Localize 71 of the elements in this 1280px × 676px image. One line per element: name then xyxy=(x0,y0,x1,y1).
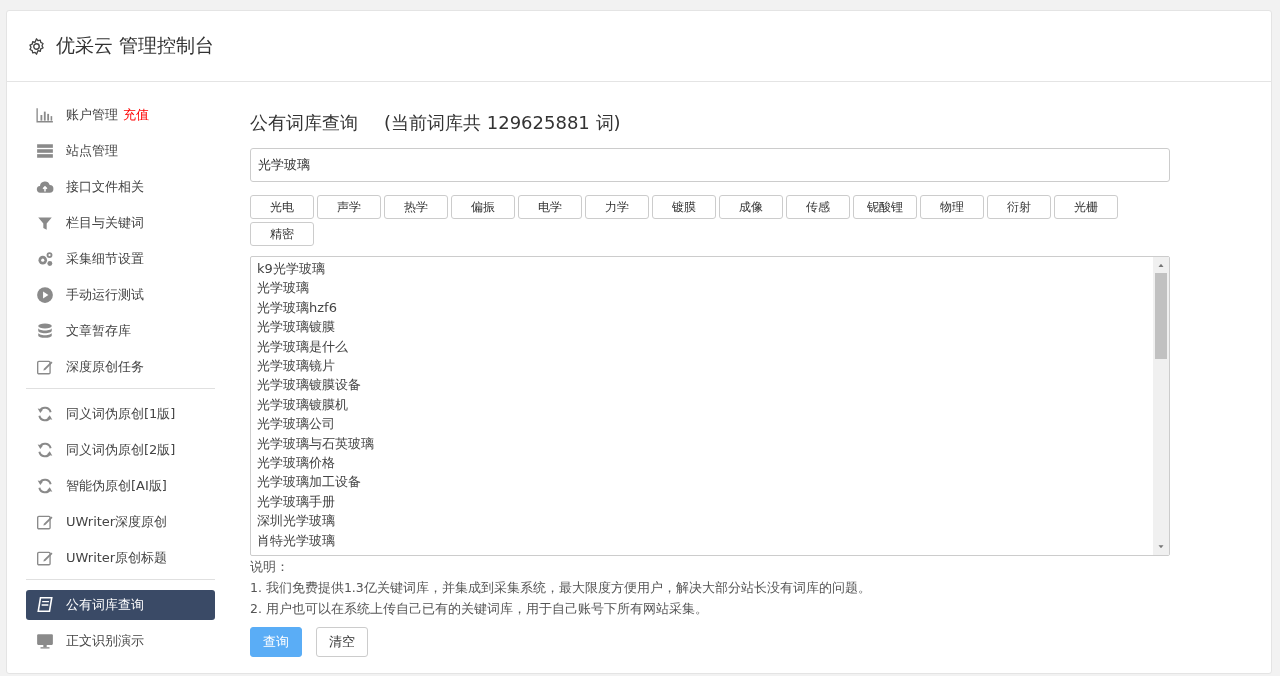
monitor-icon xyxy=(36,632,54,650)
scrollbar[interactable] xyxy=(1153,257,1169,555)
recharge-link[interactable]: 充值 xyxy=(123,106,149,124)
tag-button[interactable]: 传感 xyxy=(786,195,850,219)
result-item[interactable]: 光学玻璃与石英玻璃 xyxy=(257,433,1147,454)
sidebar-item[interactable]: 正文识别演示 xyxy=(26,626,215,656)
sidebar-item[interactable]: 公有词库查询 xyxy=(26,590,215,620)
sidebar-item[interactable]: 采集细节设置 xyxy=(26,244,215,274)
sidebar-item[interactable]: 手动运行测试 xyxy=(26,280,215,310)
tag-button[interactable]: 电学 xyxy=(518,195,582,219)
result-item[interactable]: 光学玻璃镀膜设备 xyxy=(257,375,1147,395)
page-title: 公有词库查询 xyxy=(250,111,358,135)
tag-button[interactable]: 热学 xyxy=(384,195,448,219)
result-item[interactable]: 深圳光学玻璃 xyxy=(257,511,1147,531)
sidebar-item[interactable]: 深度原创任务 xyxy=(26,352,215,382)
result-item[interactable]: 光学玻璃加工设备 xyxy=(257,472,1147,492)
chart-icon xyxy=(36,106,54,124)
tag-button[interactable]: 光栅 xyxy=(1054,195,1118,219)
sidebar-item[interactable]: 文章暂存库 xyxy=(26,316,215,346)
sidebar-item[interactable]: 智能伪原创[AI版] xyxy=(26,471,215,501)
edit-icon xyxy=(36,513,54,531)
book-icon xyxy=(36,596,54,614)
refresh-icon xyxy=(36,405,54,423)
scrollbar-thumb[interactable] xyxy=(1155,273,1167,359)
tag-button[interactable]: 铌酸锂 xyxy=(853,195,917,219)
result-item[interactable]: 光学玻璃公司 xyxy=(257,414,1147,434)
search-field[interactable]: 光学玻璃 xyxy=(250,148,1170,182)
sidebar-item[interactable]: 接口文件相关 xyxy=(26,172,215,202)
note-text: 1. 我们免费提供1.3亿关键词库，并集成到采集系统，最大限度方便用户，解决大部分站长没有词库的问题。 xyxy=(250,579,872,597)
sidebar-item[interactable]: 账户管理 充值 xyxy=(26,100,215,130)
filter-icon xyxy=(36,214,54,232)
tag-button[interactable]: 偏振 xyxy=(451,195,515,219)
play-icon xyxy=(36,286,54,304)
results-list[interactable]: k9光学玻璃 光学玻璃 光学玻璃hzf6 光学玻璃镀膜 光学玻璃是什么 光学玻璃镜片 光学玻璃镀膜设备 光学玻璃镀膜机 光学玻璃公司 光学玻璃与石英玻璃 光学玻璃价格 光学玻璃加工设备 光学玻璃手册 深圳光学玻璃 肖特光学玻璃 xyxy=(250,256,1170,556)
tag-button[interactable]: 物理 xyxy=(920,195,984,219)
clear-button[interactable]: 清空 xyxy=(316,627,368,657)
tag-button[interactable]: 成像 xyxy=(719,195,783,219)
notes-heading: 说明： xyxy=(250,558,290,576)
tag-button[interactable]: 力学 xyxy=(585,195,649,219)
result-item[interactable]: 光学玻璃手册 xyxy=(257,491,1147,512)
word-count: (当前词库共 129625881 词) xyxy=(384,111,621,135)
result-item[interactable]: 光学玻璃镀膜机 xyxy=(257,394,1147,415)
result-item[interactable]: 光学玻璃 xyxy=(257,278,1147,298)
sidebar-item[interactable]: 栏目与关键词 xyxy=(26,208,215,238)
note-text: 2. 用户也可以在系统上传自己已有的关键词库，用于自己账号下所有网站采集。 xyxy=(250,600,709,618)
edit-icon xyxy=(36,549,54,567)
result-item[interactable]: k9光学玻璃 xyxy=(257,259,1147,279)
console-title: 优采云 管理控制台 xyxy=(56,33,215,58)
result-item[interactable]: 光学玻璃镀膜 xyxy=(257,317,1147,337)
sidebar-item[interactable]: UWriter原创标题 xyxy=(26,543,215,573)
result-item[interactable]: 光学玻璃是什么 xyxy=(257,336,1147,357)
result-item[interactable]: 光学玻璃镜片 xyxy=(257,356,1147,376)
edit-icon xyxy=(36,358,54,376)
sidebar-item[interactable]: 同义词伪原创[1版] xyxy=(26,399,215,429)
tag-button[interactable]: 光电 xyxy=(250,195,314,219)
sidebar-item[interactable]: 站点管理 xyxy=(26,136,215,166)
result-item[interactable]: 光学玻璃hzf6 xyxy=(257,297,1147,318)
tag-button[interactable]: 镀膜 xyxy=(652,195,716,219)
sidebar-item[interactable]: UWriter深度原创 xyxy=(26,507,215,537)
server-icon xyxy=(36,142,54,160)
refresh-icon xyxy=(36,477,54,495)
tag-button[interactable]: 声学 xyxy=(317,195,381,219)
result-item[interactable]: 肖特光学玻璃 xyxy=(257,530,1147,551)
tag-button[interactable]: 衍射 xyxy=(987,195,1051,219)
refresh-icon xyxy=(36,441,54,459)
settings-icon xyxy=(27,36,46,56)
tag-button[interactable]: 精密 xyxy=(250,222,314,246)
gears-icon xyxy=(36,250,54,268)
database-icon xyxy=(36,322,54,340)
sidebar-item[interactable]: 同义词伪原创[2版] xyxy=(26,435,215,465)
result-item[interactable]: 光学玻璃价格 xyxy=(257,453,1147,473)
